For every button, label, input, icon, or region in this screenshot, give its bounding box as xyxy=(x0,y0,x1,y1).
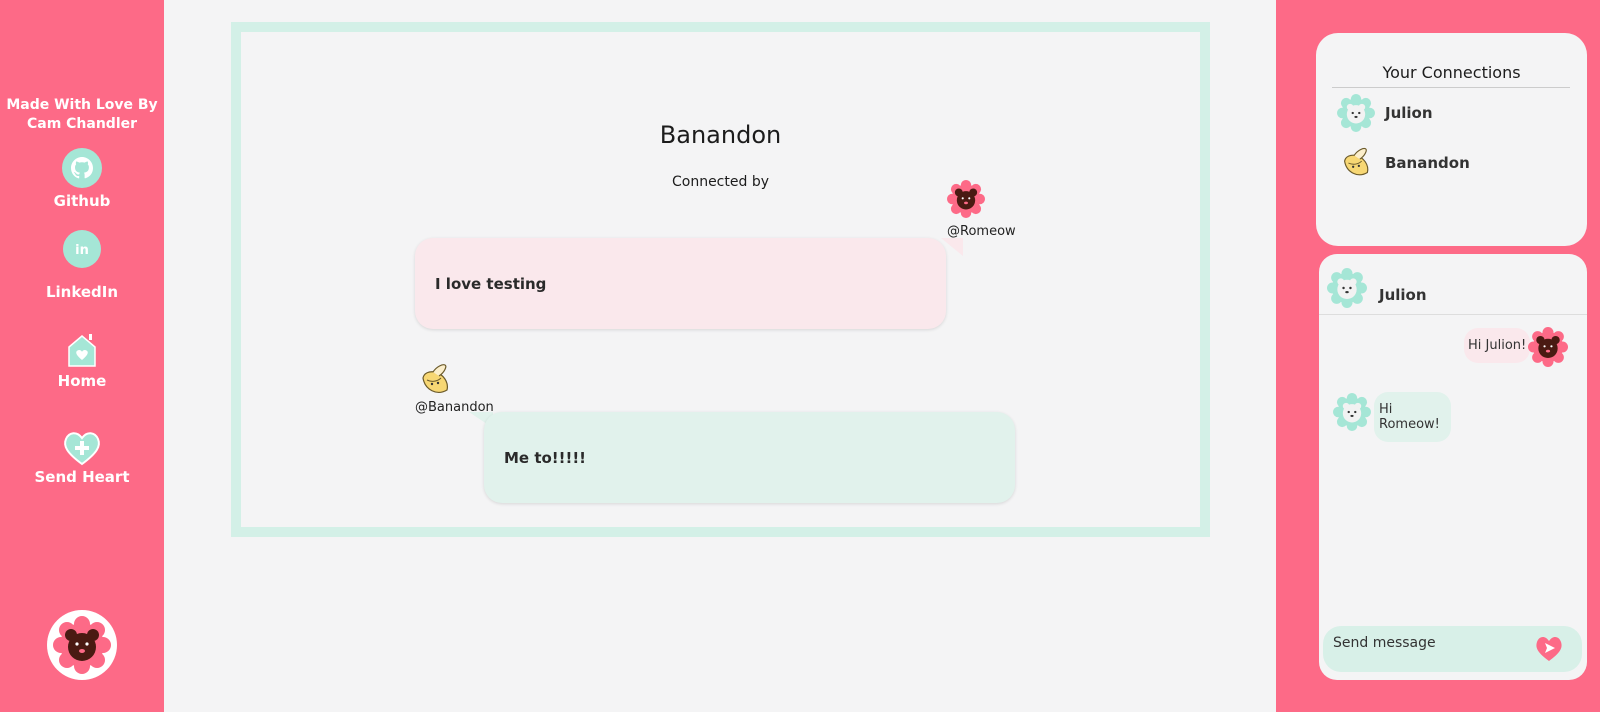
nav-linkedin[interactable]: in LinkedIn xyxy=(0,229,164,301)
connection-item-julion[interactable]: Julion xyxy=(1337,93,1433,133)
chat-input-bar xyxy=(1323,626,1582,672)
connection-subtitle: Connected by xyxy=(671,174,769,190)
linkedin-icon: in xyxy=(63,230,101,268)
bear-avatar-icon xyxy=(53,616,111,674)
divider xyxy=(1332,87,1570,88)
divider xyxy=(1319,314,1587,315)
left-sidebar: Made With Love By Cam Chandler Github in… xyxy=(0,0,164,712)
connection-title: Banandon xyxy=(659,121,782,149)
banana-avatar-icon xyxy=(422,364,448,393)
lion-avatar-icon xyxy=(1333,393,1371,431)
nav-label: Send Heart xyxy=(34,468,130,486)
connection-item-banandon[interactable]: Banandon xyxy=(1337,143,1470,183)
user-avatar[interactable] xyxy=(47,610,117,680)
message-text: Me to!!!!! xyxy=(504,448,587,467)
github-icon xyxy=(62,148,102,188)
bear-avatar-icon xyxy=(947,180,985,218)
nav-github[interactable]: Github xyxy=(0,148,164,210)
credit-text: Made With Love By Cam Chandler xyxy=(6,97,158,132)
bear-avatar-icon xyxy=(1528,327,1568,367)
message-bubble: Me to!!!!! xyxy=(484,412,1015,503)
nav-send-heart[interactable]: Send Heart xyxy=(0,428,164,486)
nav-label: LinkedIn xyxy=(45,283,119,301)
connections-card: Your Connections Julion Banandon xyxy=(1316,33,1587,246)
message-bubble: I love testing xyxy=(415,238,946,329)
connection-name: Banandon xyxy=(1385,154,1470,172)
message-text: I love testing xyxy=(435,274,547,293)
send-heart-icon xyxy=(64,432,100,466)
home-icon xyxy=(68,334,96,367)
send-heart-button[interactable] xyxy=(1534,634,1564,662)
banana-avatar-icon xyxy=(1344,147,1369,176)
connection-name: Julion xyxy=(1385,104,1433,122)
chat-card: Julion Hi Julion! Hi Romeow! xyxy=(1319,254,1587,680)
svg-text:in: in xyxy=(75,243,89,258)
chat-contact-name: Julion xyxy=(1379,286,1427,304)
nav-label: Home xyxy=(57,372,107,390)
nav-home[interactable]: Home xyxy=(0,332,164,390)
sender-handle: @Romeow xyxy=(947,224,1016,239)
lion-avatar-icon xyxy=(1337,94,1375,132)
chat-message-in: Hi Romeow! xyxy=(1374,392,1451,442)
lion-avatar-icon xyxy=(1327,268,1367,308)
chat-message-out: Hi Julion! xyxy=(1464,328,1531,363)
connections-title: Your Connections xyxy=(1382,63,1521,82)
nav-label: Github xyxy=(53,192,111,210)
connection-panel: Banandon Connected by @Romeow I love tes… xyxy=(231,22,1210,537)
chat-header: Julion xyxy=(1327,268,1427,308)
send-message-input[interactable] xyxy=(1333,632,1533,654)
